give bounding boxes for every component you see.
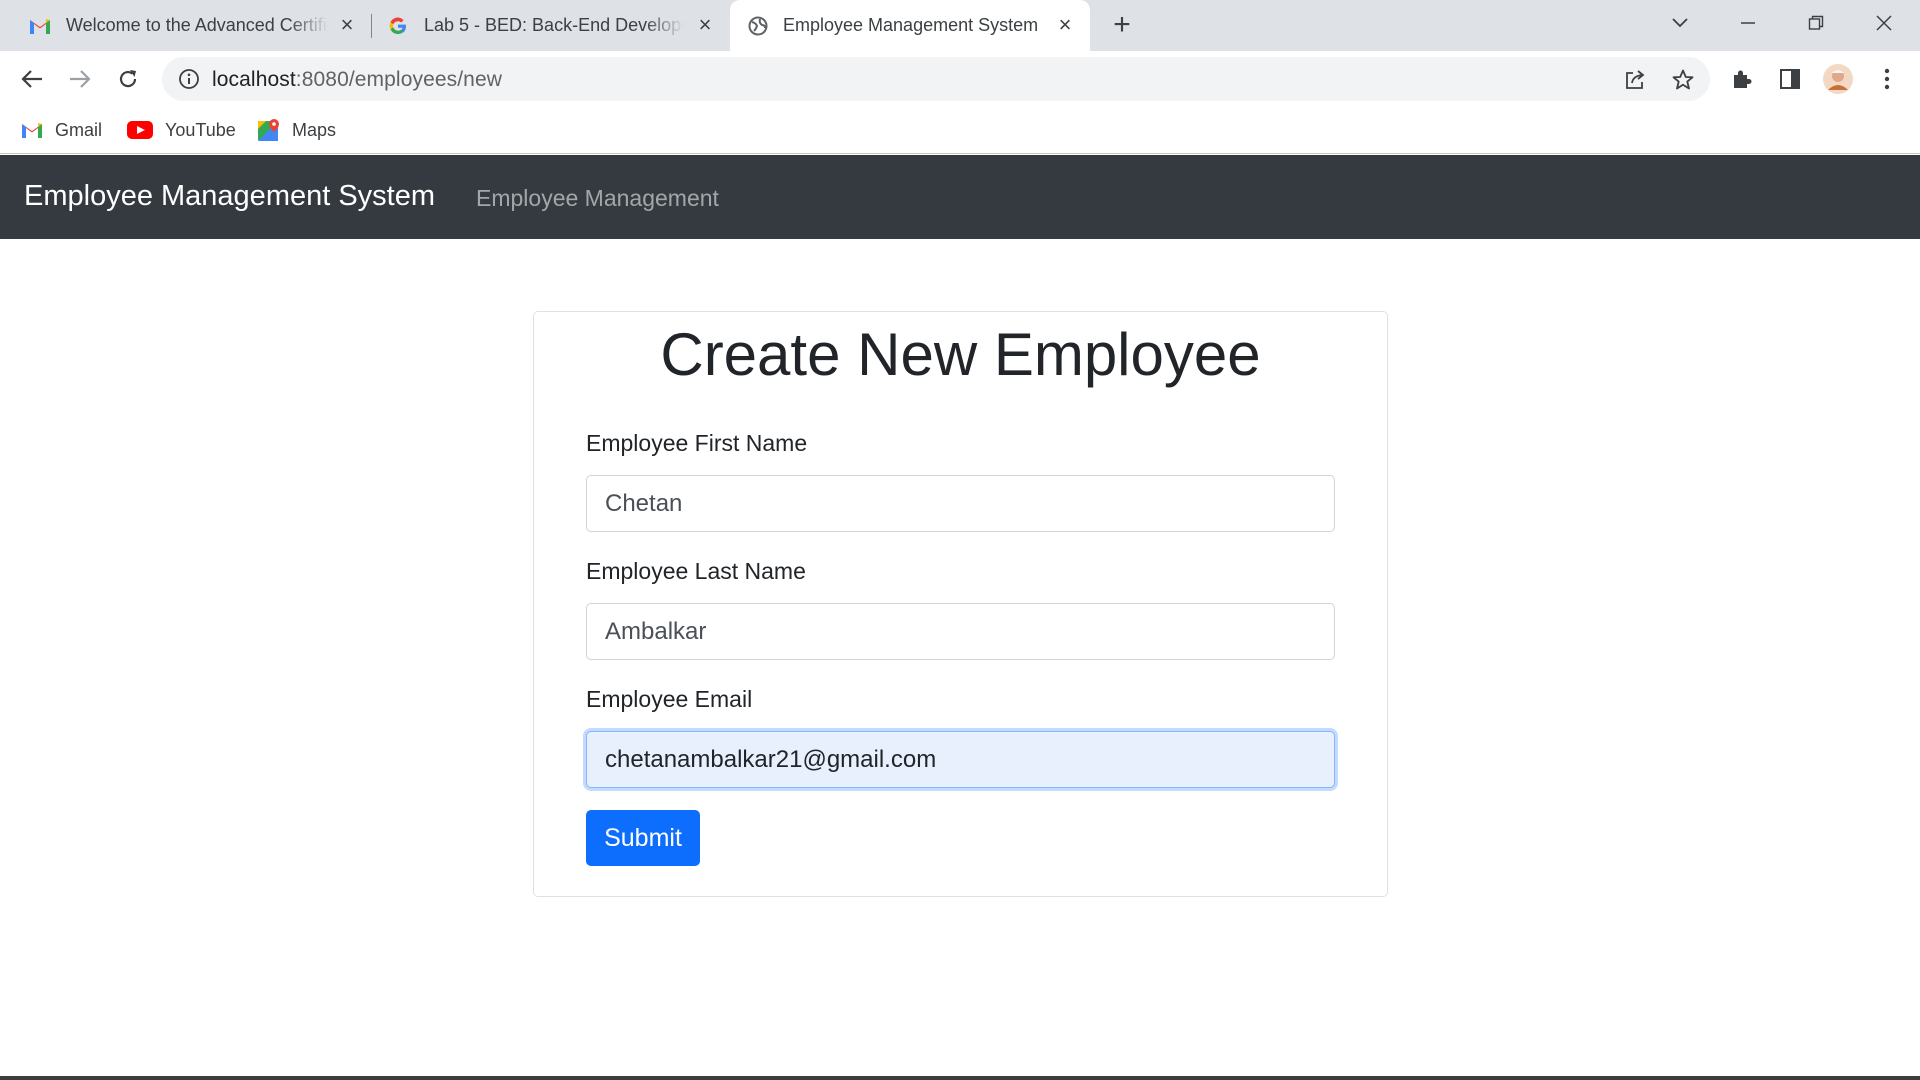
- close-icon[interactable]: ×: [336, 12, 358, 37]
- share-icon[interactable]: [1622, 67, 1648, 93]
- side-panel-icon[interactable]: [1775, 64, 1805, 94]
- create-employee-card: Create New Employee Employee First Name …: [533, 311, 1388, 897]
- browser-tab-strip: Welcome to the Advanced Certification × …: [0, 0, 1920, 51]
- back-button[interactable]: [16, 63, 48, 95]
- close-icon[interactable]: ×: [694, 12, 716, 37]
- url-text[interactable]: localhost:8080/employees/new: [212, 68, 502, 92]
- new-tab-button[interactable]: +: [1108, 10, 1136, 40]
- minimize-button[interactable]: [1728, 8, 1768, 38]
- extensions-icon[interactable]: [1727, 64, 1757, 94]
- bookmark-youtube[interactable]: YouTube: [127, 117, 236, 143]
- last-name-input[interactable]: Ambalkar: [586, 603, 1335, 660]
- gmail-icon: [22, 123, 42, 138]
- tab-search-chevron-icon[interactable]: [1660, 8, 1700, 38]
- page-title: Create New Employee: [660, 321, 1261, 388]
- bookmarks-bar: Gmail YouTube Maps: [0, 107, 1920, 154]
- tab-title: Welcome to the Advanced Certification: [66, 15, 328, 35]
- reload-button[interactable]: [112, 63, 144, 95]
- bookmark-label: Maps: [292, 119, 337, 140]
- navbar-brand[interactable]: Employee Management System: [24, 180, 435, 213]
- tab-title: Employee Management System: [783, 15, 1039, 35]
- bookmark-star-icon[interactable]: [1670, 67, 1696, 93]
- profile-avatar[interactable]: [1823, 64, 1853, 94]
- info-icon[interactable]: [178, 68, 200, 90]
- tab-title: Lab 5 - BED: Back-End Development: [424, 15, 684, 35]
- maps-icon: [258, 119, 279, 141]
- email-input[interactable]: chetanambalkar21@gmail.com: [586, 731, 1335, 788]
- globe-icon: [748, 16, 768, 36]
- gmail-icon: [30, 16, 50, 36]
- window-bottom-border: [0, 1076, 1920, 1080]
- url-path: :8080/employees/new: [295, 68, 502, 91]
- address-bar[interactable]: localhost:8080/employees/new: [162, 57, 1710, 101]
- app-navbar: Employee Management System Employee Mana…: [0, 155, 1920, 239]
- restore-button[interactable]: [1796, 8, 1836, 38]
- tab-lab5[interactable]: Lab 5 - BED: Back-End Development ×: [372, 0, 730, 51]
- google-icon: [388, 16, 408, 36]
- tab-employee-management[interactable]: Employee Management System ×: [730, 0, 1090, 51]
- close-icon[interactable]: ×: [1054, 12, 1076, 37]
- last-name-label: Employee Last Name: [586, 558, 806, 584]
- bookmark-gmail[interactable]: Gmail: [21, 117, 102, 143]
- nav-link-employee-management[interactable]: Employee Management: [476, 185, 719, 212]
- bookmark-label: Gmail: [55, 119, 103, 140]
- bookmark-label: YouTube: [165, 119, 236, 140]
- youtube-icon: [127, 121, 153, 139]
- first-name-input[interactable]: Chetan: [586, 475, 1335, 532]
- submit-button[interactable]: Submit: [586, 810, 700, 866]
- bookmark-maps[interactable]: Maps: [258, 117, 336, 143]
- email-label: Employee Email: [586, 686, 753, 712]
- forward-button[interactable]: [64, 63, 96, 95]
- browser-toolbar: localhost:8080/employees/new: [0, 51, 1920, 107]
- close-window-button[interactable]: [1864, 8, 1904, 38]
- first-name-label: Employee First Name: [586, 430, 808, 456]
- url-host: localhost: [212, 68, 296, 91]
- tab-gmail[interactable]: Welcome to the Advanced Certification ×: [0, 0, 370, 51]
- menu-kebab-icon[interactable]: [1872, 64, 1902, 94]
